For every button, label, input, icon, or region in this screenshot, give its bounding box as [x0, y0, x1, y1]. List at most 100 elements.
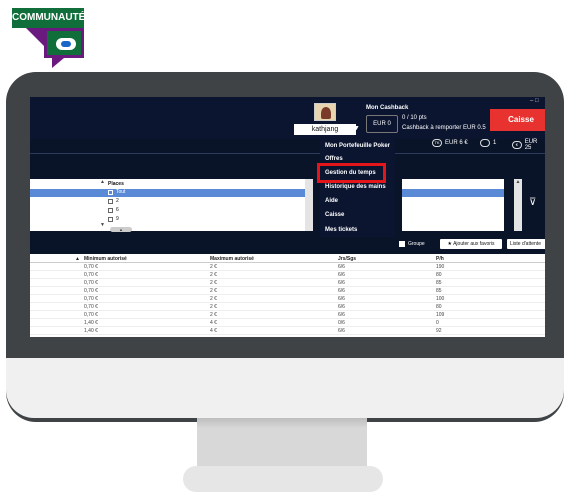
- menu-item-historique[interactable]: Historique des mains: [325, 184, 386, 190]
- filter-icon[interactable]: ⊽: [529, 197, 536, 208]
- monitor-chin: [6, 358, 564, 418]
- table-cell: 100: [436, 296, 445, 302]
- menu-item-offres[interactable]: Offres: [325, 156, 343, 162]
- cashback-subtitle: Cashback à remporter EUR 0.5: [402, 125, 486, 131]
- place-label: 6: [116, 207, 119, 213]
- table-cell: 6/6: [338, 280, 345, 286]
- waitlist-button[interactable]: Liste d'attente: [507, 239, 545, 249]
- table-cell: 1,40 €: [84, 320, 98, 326]
- menu-item-tickets[interactable]: Mes tickets: [325, 227, 357, 233]
- checkbox[interactable]: [399, 241, 405, 247]
- stat-vouchers[interactable]: 1: [480, 139, 496, 147]
- table-cell: 6/6: [338, 272, 345, 278]
- stat-tickets[interactable]: TK EUR 6 €: [432, 139, 468, 147]
- table-cell: 2 €: [210, 288, 217, 294]
- table-cell: 80: [436, 272, 442, 278]
- table-cell: 0,70 €: [84, 312, 98, 318]
- place-option[interactable]: 6: [108, 207, 119, 213]
- table-row[interactable]: 0,70 € 2 € 6/6 190: [30, 263, 545, 271]
- table-cell: 4 €: [210, 320, 217, 326]
- menu-item-portefeuille[interactable]: Mon Portefeuille Poker: [325, 143, 390, 149]
- place-label: 9: [116, 216, 119, 222]
- logo-tail: [26, 28, 44, 46]
- scroll-down-icon[interactable]: ▼: [100, 222, 105, 228]
- place-option[interactable]: 9: [108, 216, 119, 222]
- table-cell: 6/6: [338, 304, 345, 310]
- table-cell: 0,70 €: [84, 288, 98, 294]
- highlight-box: [317, 163, 386, 183]
- filter-list-right[interactable]: [402, 179, 504, 231]
- checkbox[interactable]: [108, 198, 113, 204]
- table-row[interactable]: 1,40 € 4 € 6/6 92: [30, 327, 545, 335]
- checkbox[interactable]: [108, 216, 113, 222]
- table-row[interactable]: 0,70 € 2 € 6/6 100: [30, 295, 545, 303]
- stat-value: EUR 6 €: [445, 140, 468, 146]
- stat-value: EUR 25: [524, 139, 538, 151]
- places-filter[interactable]: Places Tout 2 6 9: [100, 179, 302, 231]
- table-cell: 92: [436, 328, 442, 334]
- euro-icon: €: [512, 141, 522, 149]
- place-option[interactable]: Tout: [108, 189, 125, 195]
- table-row[interactable]: 0,70 € 2 € 6/6 80: [30, 271, 545, 279]
- table-cell: 0,70 €: [84, 272, 98, 278]
- logo-bubble: [44, 28, 84, 58]
- window-controls[interactable]: – □: [530, 98, 539, 104]
- table-cell: 0: [436, 320, 439, 326]
- menu-item-aide[interactable]: Aide: [325, 198, 338, 204]
- cashback-points: 0 / 10 pts: [402, 115, 427, 121]
- checkbox[interactable]: [108, 207, 113, 213]
- selected-row[interactable]: [402, 189, 504, 197]
- table-row[interactable]: 0,70 € 2 € 6/6 80: [30, 303, 545, 311]
- table-cell: 85: [436, 280, 442, 286]
- scrollbar[interactable]: ▲: [514, 179, 522, 231]
- table-cell: 2 €: [210, 272, 217, 278]
- table-cell: 1,40 €: [84, 328, 98, 334]
- add-favorite-button[interactable]: ★ Ajouter aux favoris: [440, 239, 502, 249]
- brand-badge-icon: [56, 38, 76, 50]
- table-cell: 190: [436, 264, 445, 270]
- place-label: 2: [116, 198, 119, 204]
- stat-balance[interactable]: € EUR 25: [512, 139, 545, 151]
- menu-item-caisse[interactable]: Caisse: [325, 212, 344, 218]
- places-title: Places: [108, 181, 124, 187]
- scroll-up-icon[interactable]: ▲: [100, 179, 105, 185]
- account-dropdown-menu: Mon Portefeuille Poker Offres Gestion du…: [320, 139, 395, 239]
- voucher-icon: [480, 139, 490, 147]
- monitor-foot: [183, 466, 383, 492]
- table-cell: 6/6: [338, 296, 345, 302]
- username[interactable]: kathjang: [294, 124, 356, 135]
- tables-list: ▲ Minimum autorisé Maximum autorisé Jrs/…: [30, 254, 545, 337]
- table-row[interactable]: 0,70 € 2 € 6/6 85: [30, 287, 545, 295]
- nav-divider: [30, 153, 545, 154]
- button-label: Ajouter aux favoris: [453, 241, 495, 247]
- table-row[interactable]: 1,40 € 4 € 0/6 0: [30, 319, 545, 327]
- table-row[interactable]: 0,70 € 2 € 6/6 109: [30, 311, 545, 319]
- checkbox[interactable]: [108, 189, 113, 195]
- table-cell: 0/6: [338, 320, 345, 326]
- place-label: Tout: [116, 189, 126, 195]
- caisse-button[interactable]: Caisse: [490, 109, 545, 131]
- table-cell: 2 €: [210, 312, 217, 318]
- logo-tail-bottom: [52, 58, 64, 68]
- stat-value: 1: [493, 140, 497, 146]
- communaute-logo: COMMUNAUTÉ: [12, 8, 85, 68]
- table-cell: 0,70 €: [84, 264, 98, 270]
- place-option[interactable]: 2: [108, 198, 119, 204]
- groupe-toggle[interactable]: Groupe: [399, 241, 425, 247]
- scroll-handle[interactable]: ▲: [110, 227, 132, 232]
- table-cell: 2 €: [210, 280, 217, 286]
- table-cell: 0,70 €: [84, 280, 98, 286]
- table-row[interactable]: 0,70 € 2 € 6/6 85: [30, 279, 545, 287]
- chevron-down-icon[interactable]: ▼: [353, 125, 360, 132]
- logo-text: COMMUNAUTÉ: [12, 8, 85, 28]
- cashback-balance: EUR 0: [366, 115, 398, 133]
- table-cell: 2 €: [210, 264, 217, 270]
- groupe-label: Groupe: [408, 241, 425, 247]
- app-screen: kathjang ▼ Mon Cashback EUR 0 0 / 10 pts…: [30, 97, 545, 337]
- cashback-title: Mon Cashback: [366, 105, 409, 111]
- monitor-neck-shadow: [197, 418, 367, 428]
- avatar[interactable]: [314, 103, 336, 121]
- table-cell: 6/6: [338, 312, 345, 318]
- scrollbar[interactable]: [305, 179, 313, 231]
- table-cell: 2 €: [210, 296, 217, 302]
